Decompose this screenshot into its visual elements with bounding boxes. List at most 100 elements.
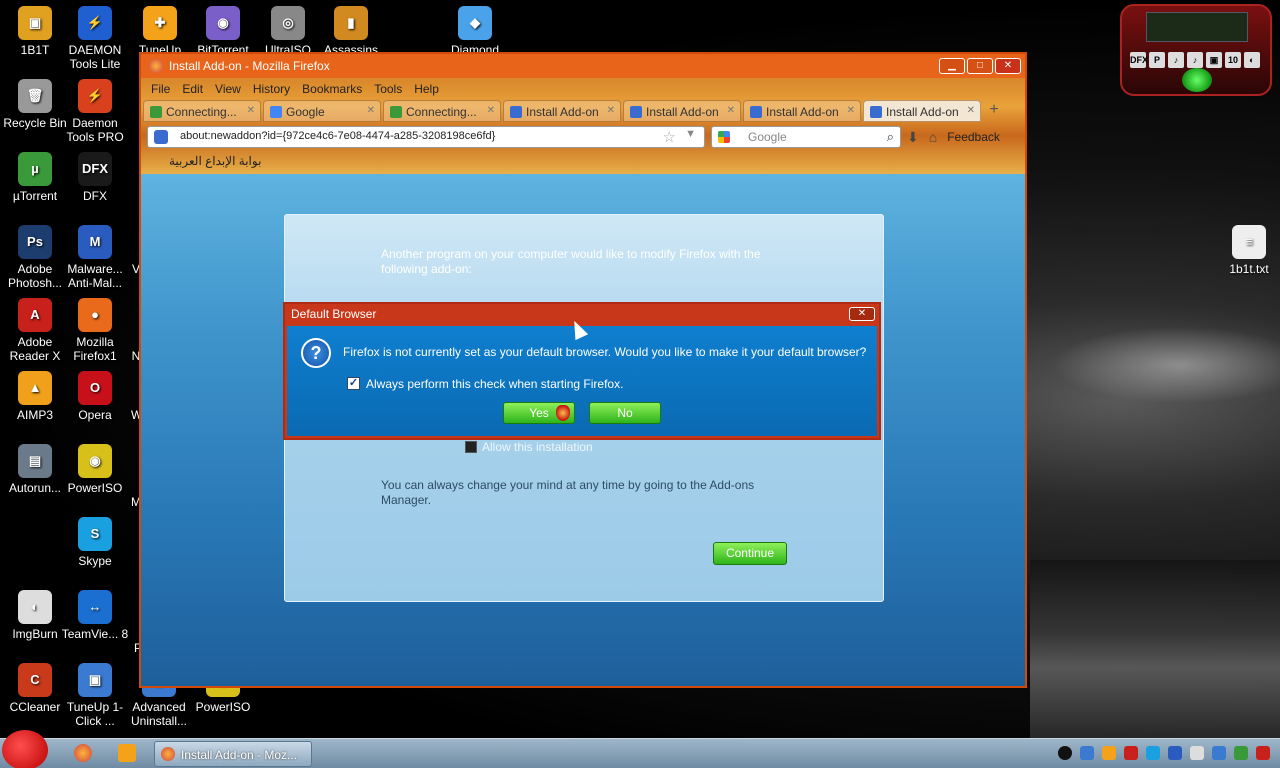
- desktop-icon[interactable]: ◎ UltraISO: [253, 6, 323, 57]
- maximize-button[interactable]: □: [967, 58, 993, 74]
- app-icon: S: [78, 517, 112, 551]
- desktop-icon[interactable]: ✚ TuneUp: [125, 6, 195, 57]
- desktop-icon-label: Opera: [78, 408, 112, 422]
- tab-label: Install Add-on: [646, 105, 719, 119]
- always-check-checkbox[interactable]: ✓: [347, 377, 360, 390]
- continue-button[interactable]: Continue: [713, 542, 787, 565]
- tray-malwarebytes-icon[interactable]: [1168, 746, 1182, 760]
- tab-label: Install Add-on: [766, 105, 839, 119]
- desktop-icon[interactable]: ▣ TuneUp 1-Click ...: [60, 663, 130, 728]
- menu-item-view[interactable]: View: [215, 82, 241, 96]
- browser-tab[interactable]: Install Add-on ✕: [863, 100, 981, 122]
- close-button[interactable]: ✕: [995, 58, 1021, 74]
- dialog-body: ? Firefox is not currently set as your d…: [287, 326, 877, 436]
- desktop-icon[interactable]: ▮ Assassins: [316, 6, 386, 57]
- tab-close-icon[interactable]: ✕: [967, 105, 975, 116]
- google-icon: [718, 131, 730, 143]
- app-icon: ⚡: [78, 6, 112, 40]
- widget-button[interactable]: ♪: [1187, 52, 1203, 68]
- tab-close-icon[interactable]: ✕: [607, 105, 615, 116]
- minimize-button[interactable]: ▁: [939, 58, 965, 74]
- desktop-icon[interactable]: O Opera: [60, 371, 130, 422]
- widget-button[interactable]: ▣: [1206, 52, 1222, 68]
- widget-button[interactable]: P: [1149, 52, 1165, 68]
- dialog-close-button[interactable]: ✕: [849, 307, 875, 321]
- firefox-pinned-icon[interactable]: [74, 744, 92, 762]
- tab-close-icon[interactable]: ✕: [247, 105, 255, 116]
- tab-close-icon[interactable]: ✕: [727, 105, 735, 116]
- window-title: Install Add-on - Mozilla Firefox: [169, 59, 330, 73]
- uac-shield-icon: [556, 405, 570, 421]
- browser-tab[interactable]: Install Add-on ✕: [503, 100, 621, 122]
- menu-item-edit[interactable]: Edit: [182, 82, 203, 96]
- desktop-icon[interactable]: ◉ PowerISO: [60, 444, 130, 495]
- app-icon: A: [18, 298, 52, 332]
- media-player-widget[interactable]: DFX P ♪ ♪ ▣ 10 ◐: [1120, 4, 1272, 96]
- menu-item-history[interactable]: History: [253, 82, 290, 96]
- tab-close-icon[interactable]: ✕: [487, 105, 495, 116]
- taskbar: Install Add-on - Moz...: [0, 730, 1280, 768]
- desktop-icon[interactable]: ↔ TeamVie... 8: [60, 590, 130, 641]
- browser-tab[interactable]: Google ✕: [263, 100, 381, 122]
- tray-chrome-icon[interactable]: [1080, 746, 1094, 760]
- bookmark-item[interactable]: بوابة الإبداع العربية: [169, 154, 261, 168]
- tray-tuneup-icon[interactable]: [1102, 746, 1116, 760]
- download-icon[interactable]: ⬇: [907, 129, 919, 146]
- desktop-icon[interactable]: ● Mozilla Firefox1: [60, 298, 130, 363]
- window-titlebar[interactable]: Install Add-on - Mozilla Firefox: [141, 54, 1025, 78]
- app-icon: ▣: [18, 6, 52, 40]
- tab-close-icon[interactable]: ✕: [367, 105, 375, 116]
- bookmark-star-icon[interactable]: ☆: [663, 128, 676, 146]
- taskbar-item-firefox[interactable]: Install Add-on - Moz...: [154, 741, 312, 767]
- desktop-icon-label: PowerISO: [67, 481, 123, 495]
- allow-installation-checkbox[interactable]: [465, 441, 477, 453]
- desktop-icon[interactable]: ◆ Diamond: [440, 6, 510, 57]
- home-icon[interactable]: ⌂: [929, 129, 937, 145]
- desktop-icon[interactable]: ≡ 1b1t.txt: [1214, 225, 1280, 276]
- tab-close-icon[interactable]: ✕: [847, 105, 855, 116]
- app-icon: ◎: [271, 6, 305, 40]
- yes-button[interactable]: Yes: [503, 402, 575, 424]
- browser-tab[interactable]: Install Add-on ✕: [623, 100, 741, 122]
- menu-item-bookmarks[interactable]: Bookmarks: [302, 82, 362, 96]
- desktop-icon[interactable]: DFX DFX: [60, 152, 130, 203]
- desktop-icon[interactable]: ◉ BitTorrent: [188, 6, 258, 57]
- browser-tab[interactable]: Connecting... ✕: [383, 100, 501, 122]
- menu-item-help[interactable]: Help: [414, 82, 439, 96]
- tray-close-icon[interactable]: [1256, 746, 1270, 760]
- url-bar[interactable]: about:newaddon?id={972ce4c6-7e08-4474-a2…: [147, 126, 705, 148]
- browser-tab[interactable]: Connecting... ✕: [143, 100, 261, 122]
- tray-network-icon[interactable]: [1212, 746, 1226, 760]
- desktop-icon[interactable]: ⚡ Daemon Tools PRO: [60, 79, 130, 144]
- tuneup-pinned-icon[interactable]: [118, 744, 136, 762]
- search-box[interactable]: Google ⌕: [711, 126, 901, 148]
- desktop-icon-label: Daemon Tools PRO: [66, 116, 124, 144]
- menu-item-tools[interactable]: Tools: [374, 82, 402, 96]
- desktop-icon[interactable]: M Malware... Anti-Mal...: [60, 225, 130, 290]
- widget-button[interactable]: 10: [1225, 52, 1241, 68]
- app-icon: C: [18, 663, 52, 697]
- widget-button[interactable]: ♪: [1168, 52, 1184, 68]
- search-icon[interactable]: ⌕: [887, 129, 894, 145]
- tray-speaker-icon[interactable]: [1190, 746, 1204, 760]
- widget-button[interactable]: ◐: [1244, 52, 1260, 68]
- feedback-button[interactable]: Feedback: [947, 130, 1000, 144]
- menu-item-file[interactable]: File: [151, 82, 170, 96]
- widget-button[interactable]: DFX: [1130, 52, 1148, 68]
- tray-chat-icon[interactable]: [1146, 746, 1160, 760]
- start-button[interactable]: [2, 730, 48, 768]
- tray-record-icon[interactable]: [1058, 746, 1072, 760]
- no-button[interactable]: No: [589, 402, 661, 424]
- tray-shield-icon[interactable]: [1124, 746, 1138, 760]
- app-icon: ◉: [78, 444, 112, 478]
- app-icon: ▲: [18, 371, 52, 405]
- always-check-label[interactable]: Always perform this check when starting …: [366, 377, 623, 391]
- power-icon[interactable]: [1182, 68, 1212, 92]
- new-tab-button[interactable]: +: [983, 100, 1005, 122]
- desktop-icon[interactable]: S Skype: [60, 517, 130, 568]
- desktop-icon[interactable]: ⚡ DAEMON Tools Lite: [60, 6, 130, 71]
- url-dropdown-icon[interactable]: ▼: [685, 128, 696, 140]
- browser-tab[interactable]: Install Add-on ✕: [743, 100, 861, 122]
- toolbar-icons: ⬇ ⌂ Feedback: [907, 129, 1000, 146]
- tray-flag-icon[interactable]: [1234, 746, 1248, 760]
